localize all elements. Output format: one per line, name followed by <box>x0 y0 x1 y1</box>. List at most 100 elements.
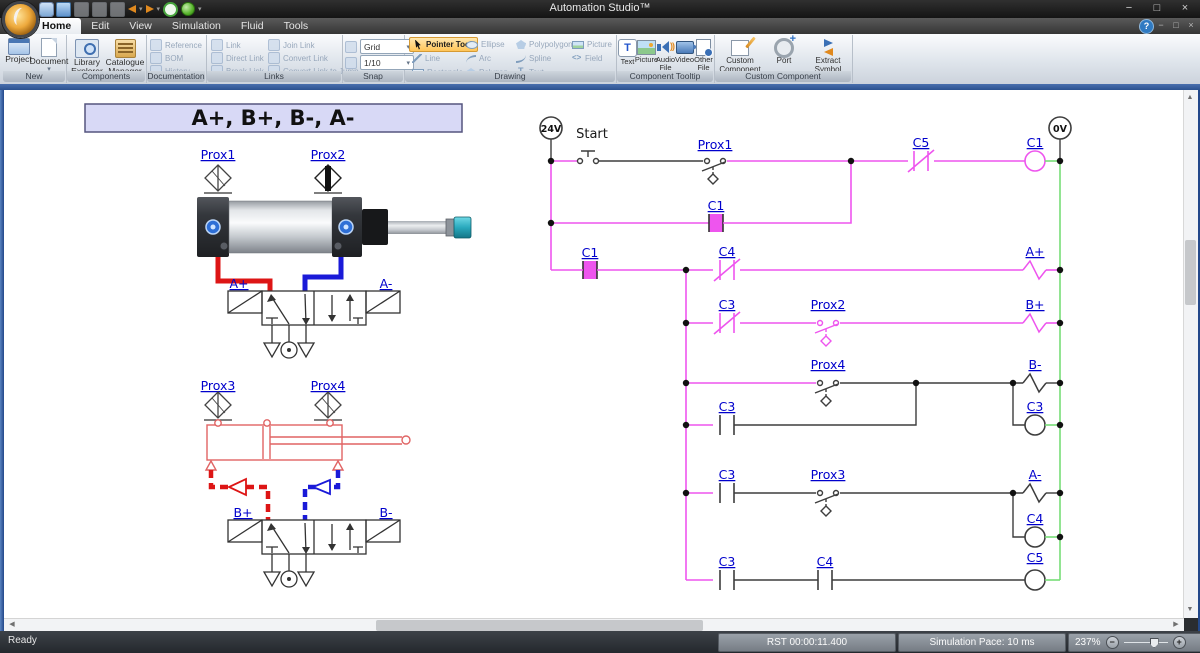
spline-button[interactable]: Spline <box>516 54 551 63</box>
c4-no-contact-r7[interactable]: C4 <box>817 554 834 590</box>
prox3-contact[interactable]: Prox3 <box>811 467 846 516</box>
c5-nc-contact[interactable]: C5 <box>908 135 934 172</box>
library-explorer-icon <box>75 39 99 58</box>
prox1-sensor[interactable]: Prox1 <box>201 147 236 193</box>
tab-fluid[interactable]: Fluid <box>231 18 274 34</box>
close-icon[interactable]: × <box>1172 1 1198 16</box>
c3-nc-contact[interactable]: C3 <box>714 297 740 334</box>
print-icon[interactable] <box>110 2 125 17</box>
redo-icon[interactable] <box>146 5 154 13</box>
direct-link-button[interactable]: Direct Link <box>211 52 264 64</box>
audio-file-button[interactable]: )) Audio File <box>656 39 675 73</box>
schematic-canvas[interactable]: A+, B+, B-, A- Prox1 Prox2 <box>4 90 1184 618</box>
c1-contact-r3[interactable]: C1 <box>582 245 599 279</box>
prox3-sensor[interactable]: Prox3 <box>201 378 236 420</box>
c3-no-contact-branch[interactable]: C3 <box>719 399 736 435</box>
b-plus-solenoid-output[interactable]: B+ <box>1023 297 1046 332</box>
c3-no-contact-r7[interactable]: C3 <box>719 554 736 590</box>
scroll-down-icon[interactable]: ▼ <box>1184 604 1196 616</box>
line-button[interactable]: Line <box>412 54 440 63</box>
ribbon-minimize-icon[interactable]: − <box>1154 20 1168 30</box>
reference-button[interactable]: Reference <box>150 39 202 51</box>
redo-dropdown-icon[interactable]: ▾ <box>157 5 161 13</box>
other-file-button[interactable]: Other File <box>694 39 713 73</box>
b-minus-solenoid-output[interactable]: B- <box>1023 357 1046 392</box>
tab-simulation[interactable]: Simulation <box>162 18 231 34</box>
a-plus-solenoid-output[interactable]: A+ <box>1023 244 1046 279</box>
start-pushbutton[interactable]: Start <box>576 127 608 164</box>
ribbon-restore-icon[interactable]: □ <box>1169 20 1183 30</box>
valve-b-symbol <box>228 520 400 587</box>
polypolygon-button[interactable]: Polypolygon <box>516 40 573 49</box>
prox2-contact[interactable]: Prox2 <box>811 297 846 346</box>
undo-dropdown-icon[interactable]: ▾ <box>139 5 143 13</box>
extract-symbol-button[interactable]: Extract Symbol <box>806 39 850 75</box>
tab-view[interactable]: View <box>119 18 162 34</box>
zoom-in-icon[interactable]: + <box>1173 636 1186 649</box>
valve-a[interactable]: A+ A- <box>228 276 400 358</box>
c4-coil[interactable]: C4 <box>1025 511 1045 547</box>
c3-coil[interactable]: C3 <box>1025 399 1045 435</box>
vertical-scroll-thumb[interactable] <box>1185 240 1196 305</box>
maximize-icon[interactable]: □ <box>1144 1 1170 16</box>
simulation-pace[interactable]: Simulation Pace: 10 ms <box>898 633 1066 652</box>
join-link-icon <box>268 39 280 51</box>
zoom-slider[interactable] <box>1124 642 1168 643</box>
tab-tools[interactable]: Tools <box>274 18 319 34</box>
cylinder-a[interactable] <box>197 197 471 257</box>
vertical-scrollbar[interactable]: ▲ ▼ <box>1183 90 1198 618</box>
ribbon-close-icon[interactable]: × <box>1184 20 1198 30</box>
horizontal-scroll-thumb[interactable] <box>376 620 703 631</box>
save-icon[interactable] <box>74 2 89 17</box>
port-button[interactable]: Port <box>762 39 806 66</box>
tooltip-picture-button[interactable]: Picture <box>637 39 656 64</box>
video-button[interactable]: Video <box>675 39 694 64</box>
tab-edit[interactable]: Edit <box>81 18 119 34</box>
zoom-slider-thumb[interactable] <box>1150 638 1159 648</box>
new-project-icon[interactable] <box>40 3 53 16</box>
zoom-out-icon[interactable]: − <box>1106 636 1119 649</box>
minimize-icon[interactable]: − <box>1116 1 1142 16</box>
picture-button[interactable]: Picture <box>572 40 612 49</box>
prox4-contact[interactable]: Prox4 <box>811 357 846 406</box>
project-button[interactable]: Project <box>5 38 32 64</box>
c4-nc-contact[interactable]: C4 <box>714 244 740 281</box>
open-project-icon[interactable] <box>56 2 71 17</box>
bom-button[interactable]: BOM <box>150 52 183 64</box>
prox2-sensor[interactable]: Prox2 <box>311 147 346 193</box>
help-icon[interactable]: ? <box>1139 19 1154 34</box>
simulation-normal-icon[interactable] <box>163 2 178 17</box>
scroll-up-icon[interactable]: ▲ <box>1184 92 1196 104</box>
sequence-title-box[interactable]: A+, B+, B-, A- <box>85 104 462 132</box>
simulation-run-icon[interactable] <box>181 2 195 16</box>
rail-24v[interactable]: 24V <box>540 117 562 161</box>
c3-no-contact-r6[interactable]: C3 <box>719 467 736 503</box>
rail-0v[interactable]: 0V <box>1049 117 1071 161</box>
convert-link-button[interactable]: Convert Link <box>268 52 328 64</box>
c1-coil[interactable]: C1 <box>1025 135 1045 171</box>
prox4-sensor[interactable]: Prox4 <box>311 378 346 420</box>
scroll-left-icon[interactable]: ◀ <box>6 619 18 631</box>
ellipse-button[interactable]: Ellipse <box>466 40 505 49</box>
c5-coil[interactable]: C5 <box>1025 550 1045 590</box>
bom-icon <box>150 52 162 64</box>
save-all-icon[interactable] <box>92 2 107 17</box>
tooltip-picture-icon <box>637 40 656 55</box>
undo-icon[interactable] <box>128 5 136 13</box>
custom-component-button[interactable]: Custom Component <box>718 39 762 75</box>
arc-button[interactable]: Arc <box>466 54 491 63</box>
toolbar-options-icon[interactable]: ▾ <box>198 5 202 13</box>
scroll-right-icon[interactable]: ▶ <box>1170 619 1182 631</box>
app-logo-icon[interactable] <box>2 1 39 38</box>
zoom-controls: 237% − + <box>1068 633 1200 652</box>
a-minus-solenoid-output[interactable]: A- <box>1023 467 1046 502</box>
valve-b[interactable]: B+ B- <box>228 505 400 587</box>
link-button[interactable]: Link <box>211 39 241 51</box>
cylinder-b[interactable] <box>206 420 410 470</box>
c1-latch-contact[interactable]: C1 <box>708 198 725 232</box>
join-link-button[interactable]: Join Link <box>268 39 315 51</box>
tab-home[interactable]: Home <box>32 18 81 34</box>
horizontal-scrollbar[interactable]: ◀ ▶ <box>4 618 1184 632</box>
document-button[interactable]: Document ▾ <box>35 38 63 73</box>
field-button[interactable]: Field <box>572 54 602 63</box>
